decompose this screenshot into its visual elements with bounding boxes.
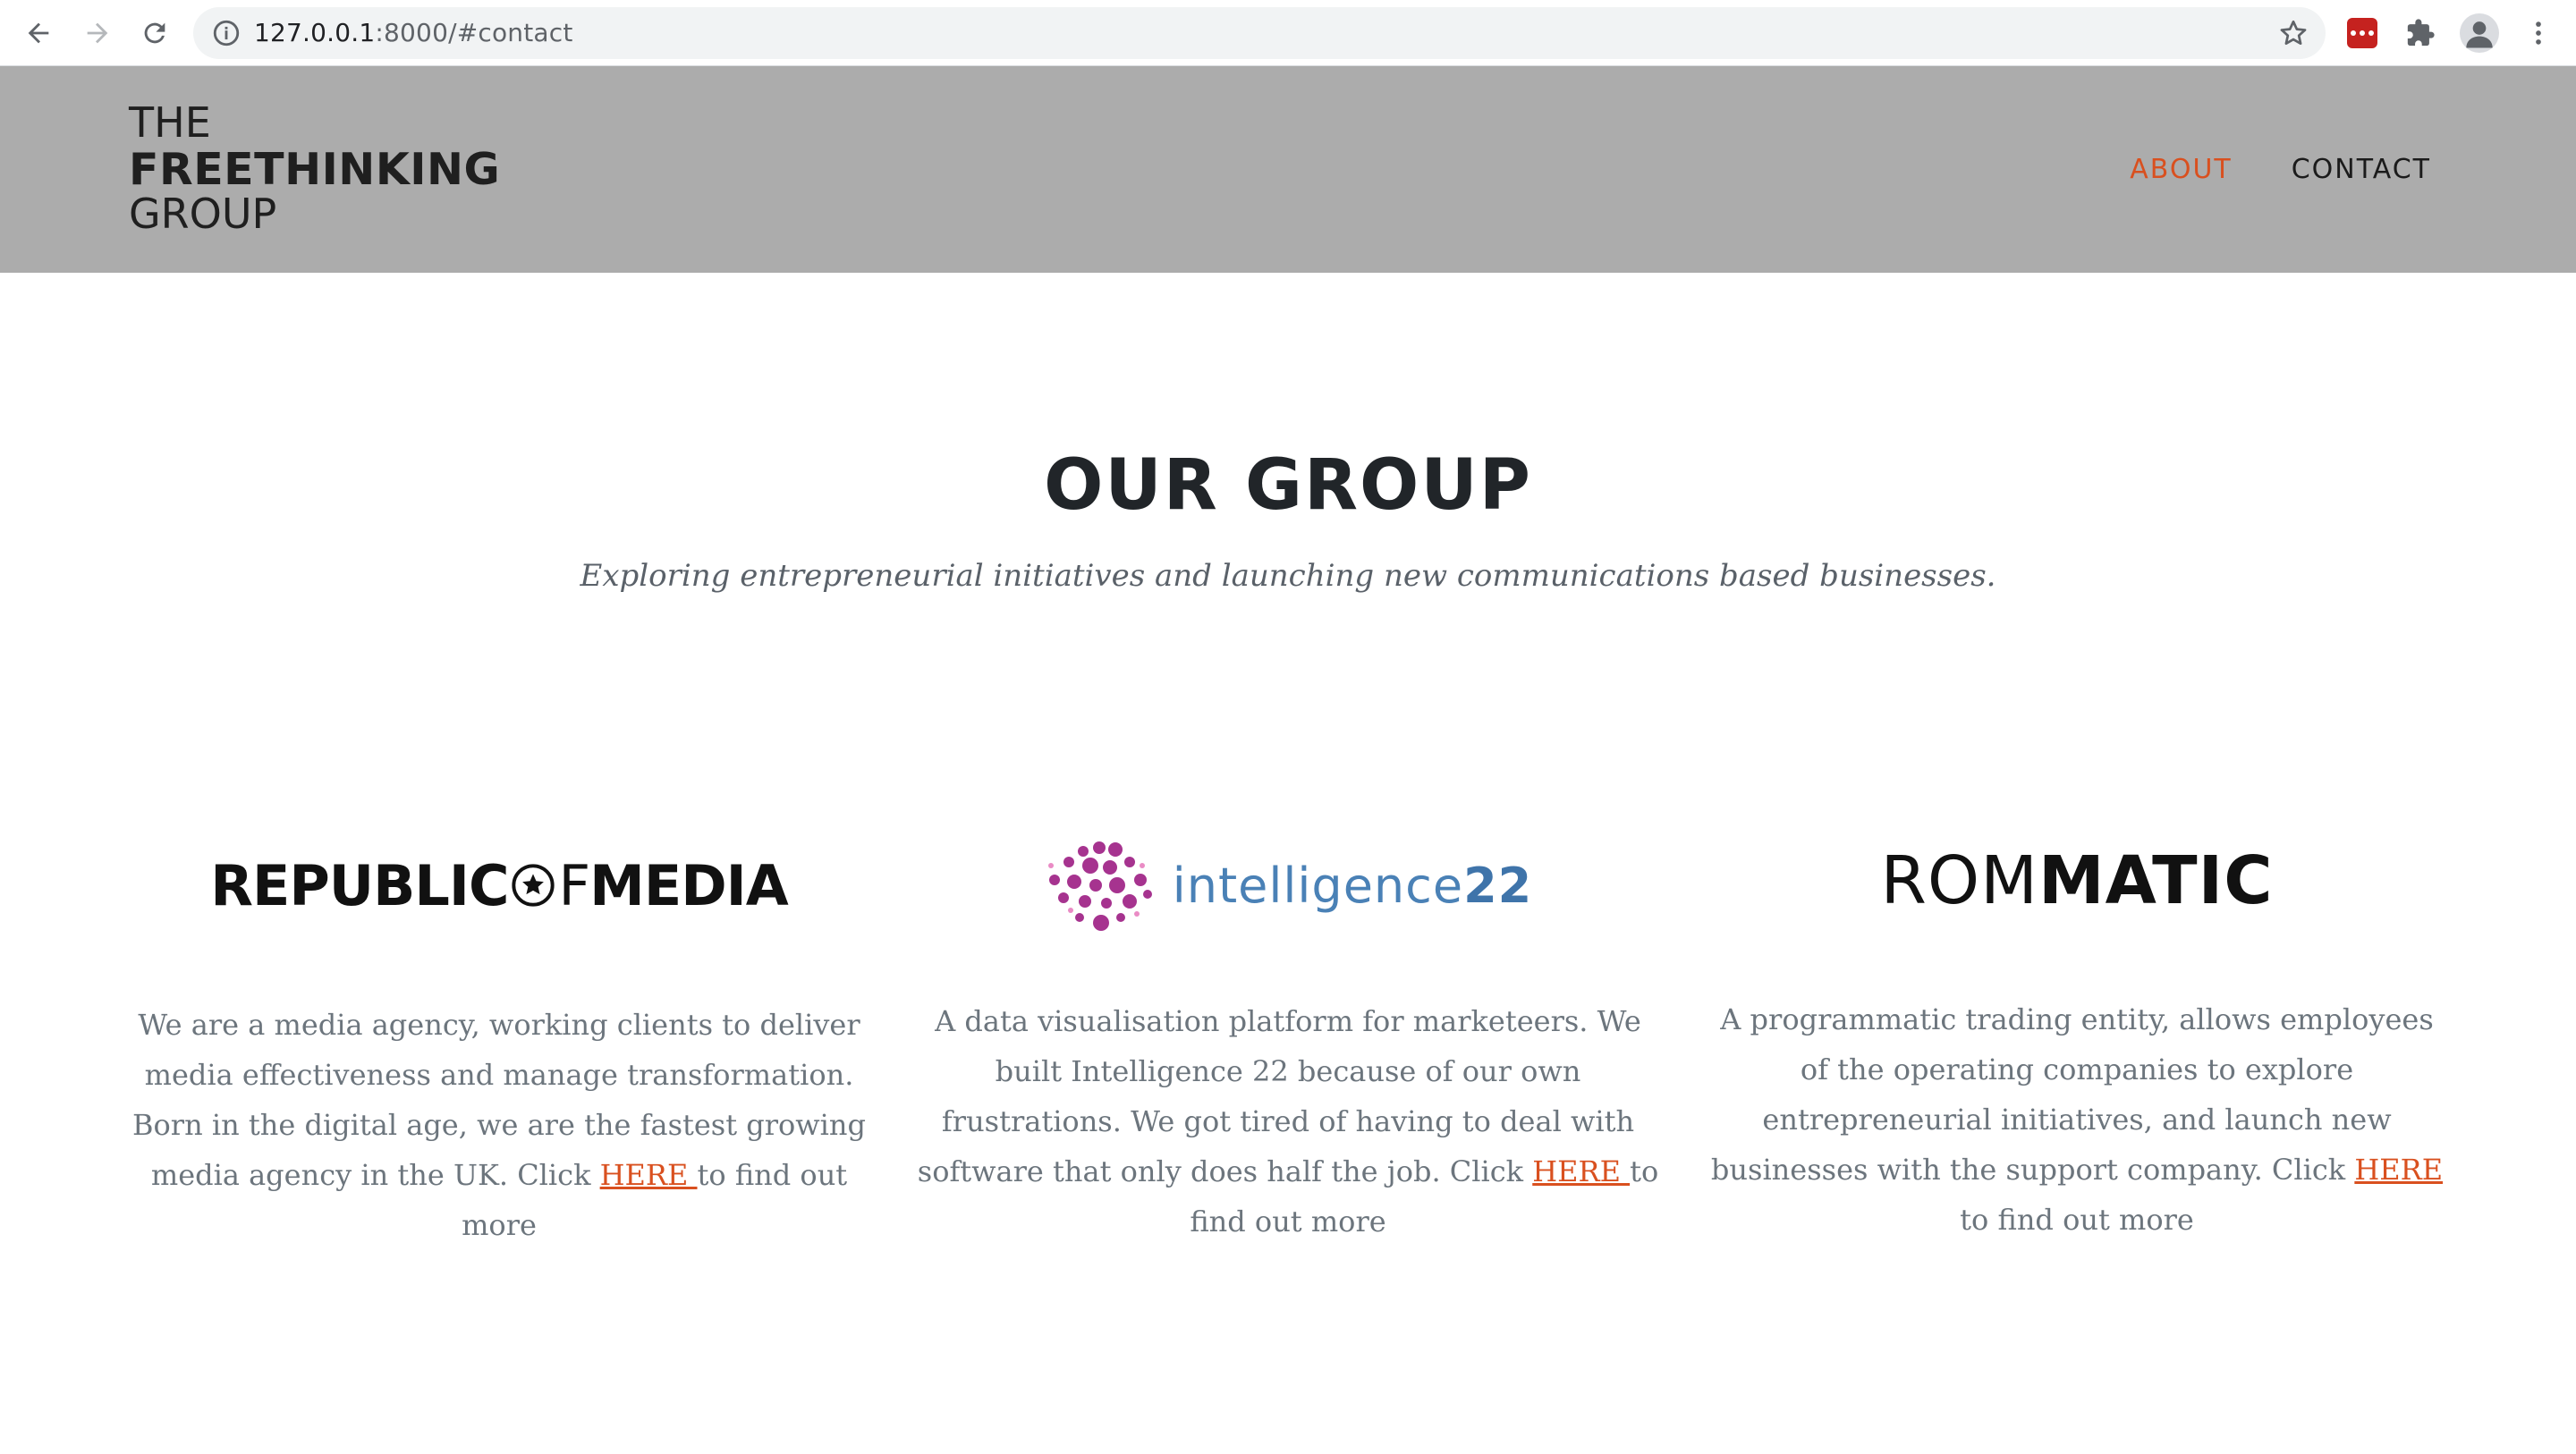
star-circle-icon (512, 864, 555, 907)
company-card-rommatic: ROMMATIC A programmatic trading entity, … (1690, 823, 2463, 1245)
logo-text-media: MEDIA (589, 852, 789, 918)
reload-button[interactable] (134, 13, 175, 54)
main-nav: ABOUT CONTACT (2130, 154, 2431, 185)
company-description: A data visualisation platform for market… (902, 996, 1674, 1247)
nav-contact-link[interactable]: CONTACT (2292, 154, 2431, 185)
browser-menu-icon[interactable] (2521, 15, 2556, 51)
description-text: A programmatic trading entity, allows em… (1710, 1002, 2434, 1187)
logo-text-of: F (558, 852, 590, 918)
site-header: THE FREETHINKING GROUP ABOUT CONTACT (0, 66, 2576, 273)
forward-arrow-icon (87, 22, 108, 44)
info-icon[interactable] (211, 18, 242, 48)
here-link[interactable]: HERE (1532, 1154, 1630, 1188)
logo-text-rom: ROM (1880, 842, 2039, 919)
here-link[interactable]: HERE (600, 1158, 698, 1192)
extensions-puzzle-icon[interactable] (2402, 15, 2438, 51)
logo-line-group: GROUP (129, 190, 277, 238)
company-card-republic-of-media: REPUBLIC F MEDIA We are a media agency, … (113, 823, 886, 1250)
url-host: 127.0.0.1 (254, 18, 376, 47)
browser-toolbar: 127.0.0.1:8000/#contact (0, 0, 2576, 66)
intelligence22-logo: intelligence22 (902, 823, 1674, 948)
freethinking-group-logo[interactable]: THE FREETHINKING GROUP (129, 102, 500, 239)
company-description: A programmatic trading entity, allows em… (1690, 994, 2463, 1245)
section-subtitle: Exploring entrepreneurial initiatives an… (580, 558, 1996, 594)
company-description: We are a media agency, working clients t… (113, 1000, 886, 1250)
back-arrow-icon (28, 22, 49, 44)
neural-dots-icon (1047, 841, 1152, 931)
url-path: :8000/#contact (375, 18, 573, 47)
bookmark-star-icon[interactable] (2277, 17, 2309, 49)
republic-of-media-logo: REPUBLIC F MEDIA (113, 823, 886, 948)
address-bar[interactable]: 127.0.0.1:8000/#contact (193, 7, 2326, 59)
back-button[interactable] (18, 13, 59, 54)
reload-icon (144, 22, 165, 44)
url-text[interactable]: 127.0.0.1:8000/#contact (254, 7, 573, 59)
nav-about-link[interactable]: ABOUT (2130, 154, 2232, 185)
logo-text-republic: REPUBLIC (210, 852, 509, 918)
here-link[interactable]: HERE (2354, 1153, 2443, 1187)
company-card-intelligence22: intelligence22 A data visualisation plat… (902, 823, 1674, 1247)
section-title: OUR GROUP (1044, 445, 1532, 526)
logo-line-the: THE (129, 98, 211, 147)
logo-line-freethinking: FREETHINKING (129, 144, 501, 195)
description-suffix: to find out more (1960, 1203, 2194, 1237)
logo-text-matic: MATIC (2038, 842, 2274, 919)
rommatic-logo: ROMMATIC (1690, 823, 2463, 939)
logo-text-22: 22 (1463, 857, 1533, 914)
forward-button[interactable] (77, 13, 118, 54)
extension-red-icon[interactable] (2347, 18, 2377, 48)
logo-text-intelligence: intelligence (1172, 857, 1464, 914)
profile-avatar-icon[interactable] (2460, 13, 2499, 53)
